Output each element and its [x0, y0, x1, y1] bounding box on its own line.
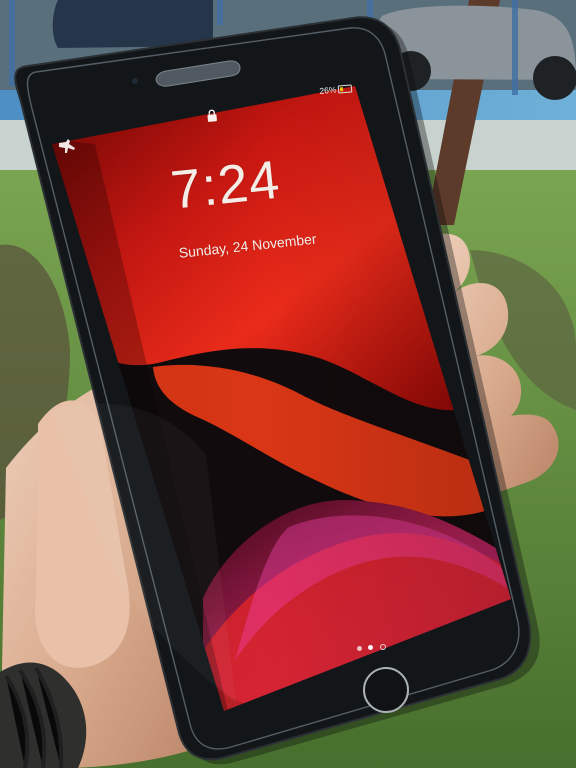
front-camera: [132, 78, 138, 84]
home-button[interactable]: [363, 667, 409, 713]
photo-scene: 7:24 Sunday, 24 November 26%: [0, 0, 576, 768]
iphone: [14, 16, 540, 765]
battery-percent: 26%: [319, 84, 337, 96]
battery-icon: [337, 84, 353, 94]
page-dots: [357, 643, 391, 653]
lockscreen-time: 7:24: [168, 149, 283, 221]
camera-page-dot-icon: [380, 644, 386, 650]
page-dot-icon: [368, 645, 373, 650]
page-dot-icon: [357, 646, 362, 651]
